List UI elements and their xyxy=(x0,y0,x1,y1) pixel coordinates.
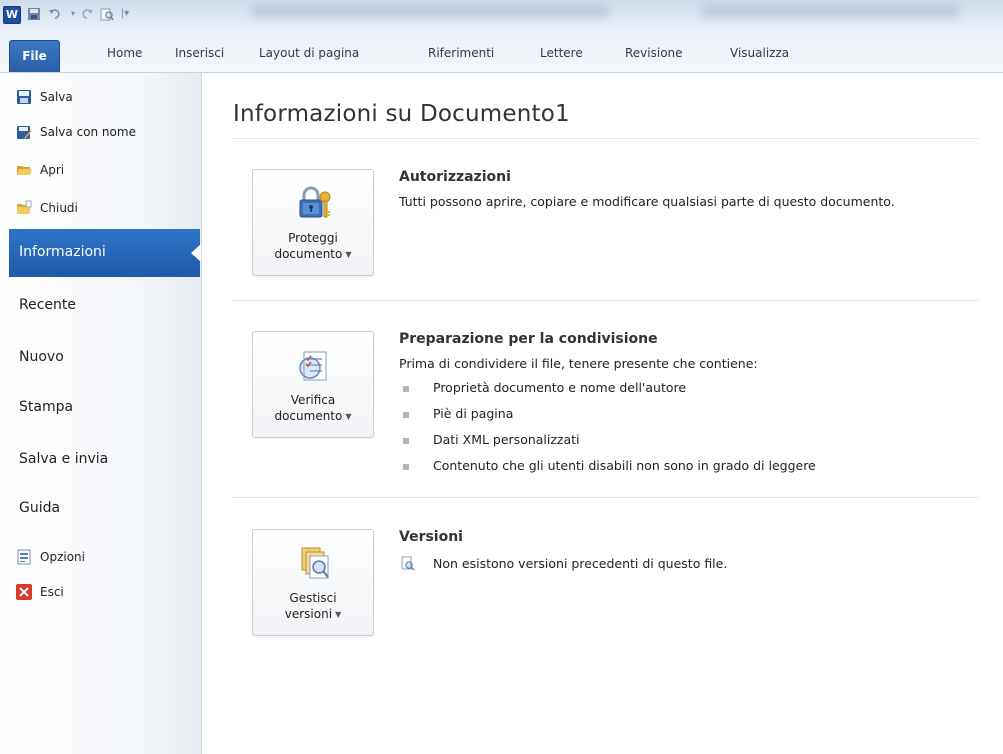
check-document-icon xyxy=(294,346,334,386)
list-item: Dati XML personalizzati xyxy=(433,432,580,447)
tab-home[interactable]: Home xyxy=(107,46,142,60)
divider xyxy=(233,497,978,498)
tab-layout-di-pagina[interactable]: Layout di pagina xyxy=(259,46,359,60)
ribbon-tabs: Home Inserisci Layout di pagina Riferime… xyxy=(0,30,1003,73)
nav-nuovo[interactable]: Nuovo xyxy=(19,349,64,365)
save-as-command[interactable]: Salva con nome xyxy=(16,121,136,143)
tab-riferimenti[interactable]: Riferimenti xyxy=(428,46,494,60)
versions-text: Non esistono versioni precedenti di ques… xyxy=(433,556,728,571)
bullet-icon xyxy=(403,464,409,470)
exit-command[interactable]: Esci xyxy=(16,581,64,603)
inspect-document-button[interactable]: Verifica documento ▼ xyxy=(252,331,374,438)
title-bar: W ▾ |▾ xyxy=(0,0,1003,30)
open-command[interactable]: Apri xyxy=(16,159,64,181)
permissions-text: Tutti possono aprire, copiare e modifica… xyxy=(399,194,895,209)
print-preview-icon[interactable] xyxy=(100,7,114,21)
undo-icon[interactable] xyxy=(48,7,62,21)
customize-toolbar-icon[interactable]: |▾ xyxy=(118,7,132,21)
word-logo-icon[interactable]: W xyxy=(3,6,21,24)
inspect-document-label-2: documento ▼ xyxy=(274,409,352,423)
chevron-down-icon: ▼ xyxy=(345,412,352,421)
tab-lettere[interactable]: Lettere xyxy=(540,46,583,60)
tab-inserisci[interactable]: Inserisci xyxy=(175,46,224,60)
open-folder-icon xyxy=(16,162,32,178)
save-as-label: Salva con nome xyxy=(40,125,136,139)
exit-icon xyxy=(16,584,32,600)
nav-recente[interactable]: Recente xyxy=(19,297,76,313)
chevron-down-icon: ▼ xyxy=(335,610,342,619)
sharing-prep-heading: Preparazione per la condivisione xyxy=(399,331,658,347)
protect-document-button[interactable]: Proteggi documento ▼ xyxy=(252,169,374,276)
chevron-down-icon: ▼ xyxy=(345,250,352,259)
list-item: Contenuto che gli utenti disabili non so… xyxy=(433,458,816,473)
manage-versions-button[interactable]: Gestisci versioni ▼ xyxy=(252,529,374,636)
lock-key-icon xyxy=(294,184,334,224)
close-folder-icon xyxy=(16,200,32,216)
inspect-document-label: Verifica xyxy=(290,393,336,407)
open-label: Apri xyxy=(40,163,65,177)
nav-salva-e-invia[interactable]: Salva e invia xyxy=(19,451,108,467)
nav-guida[interactable]: Guida xyxy=(19,500,60,516)
close-command[interactable]: Chiudi xyxy=(16,197,78,219)
bullet-icon xyxy=(403,412,409,418)
divider xyxy=(233,300,978,301)
save-icon xyxy=(16,89,32,105)
tab-visualizza[interactable]: Visualizza xyxy=(730,46,789,60)
options-icon xyxy=(16,549,32,565)
save-command[interactable]: Salva xyxy=(16,86,73,108)
protect-document-label: Proteggi xyxy=(288,231,338,245)
tab-revisione[interactable]: Revisione xyxy=(625,46,683,60)
versions-heading: Versioni xyxy=(399,529,463,545)
bullet-icon xyxy=(403,386,409,392)
nav-informazioni[interactable]: Informazioni xyxy=(9,229,201,277)
exit-label: Esci xyxy=(40,585,64,599)
sharing-prep-text: Prima di condividere il file, tenere pre… xyxy=(399,356,758,371)
versions-icon xyxy=(294,544,334,584)
active-pointer xyxy=(191,244,201,262)
bullet-icon xyxy=(403,438,409,444)
list-item: Piè di pagina xyxy=(433,406,514,421)
save-icon[interactable] xyxy=(27,7,41,21)
list-item: Proprietà documento e nome dell'autore xyxy=(433,380,687,395)
manage-versions-label-2: versioni ▼ xyxy=(284,607,342,621)
close-label: Chiudi xyxy=(40,201,78,215)
nav-informazioni-label: Informazioni xyxy=(19,244,106,260)
divider xyxy=(233,138,978,139)
options-label: Opzioni xyxy=(40,550,85,564)
nav-stampa[interactable]: Stampa xyxy=(19,399,73,415)
save-label: Salva xyxy=(40,90,73,104)
manage-versions-label: Gestisci xyxy=(289,591,337,605)
redo-icon[interactable] xyxy=(80,7,94,21)
save-as-icon xyxy=(16,124,32,140)
protect-document-label-2: documento ▼ xyxy=(274,247,352,261)
tab-file[interactable]: File xyxy=(9,40,60,72)
undo-dropdown-icon[interactable]: ▾ xyxy=(66,7,80,21)
document-magnifier-icon xyxy=(400,556,416,572)
options-command[interactable]: Opzioni xyxy=(16,546,85,568)
page-title: Informazioni su Documento1 xyxy=(233,101,570,127)
permissions-heading: Autorizzazioni xyxy=(399,169,511,185)
